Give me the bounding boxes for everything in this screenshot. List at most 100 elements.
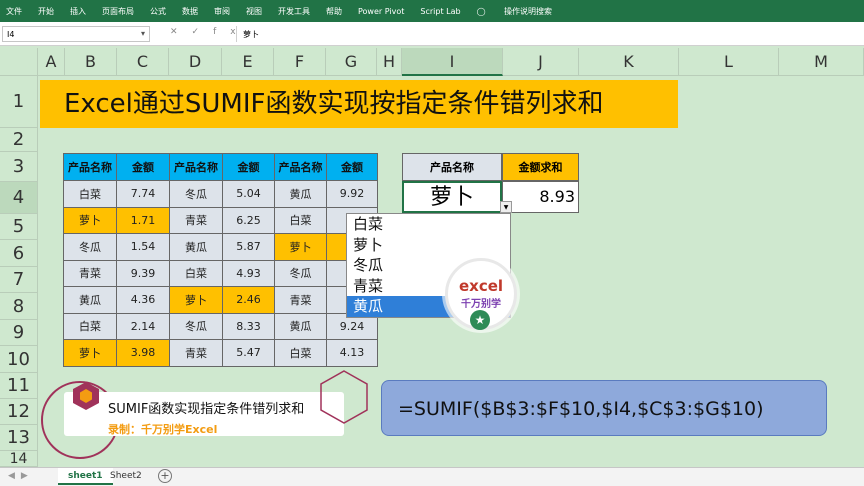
column-header-m[interactable]: M <box>779 48 864 76</box>
tell-me-search[interactable]: ◯ 操作说明搜索 <box>477 6 569 17</box>
table-cell[interactable]: 萝卜 <box>63 339 117 367</box>
table-cell[interactable]: 青菜 <box>169 206 223 234</box>
table-cell[interactable]: 青菜 <box>169 339 223 367</box>
table-cell[interactable]: 5.04 <box>222 180 275 208</box>
row-header-2[interactable]: 2 <box>0 128 38 152</box>
caption-main: SUMIF函数实现指定条件错列求和 <box>108 402 305 417</box>
table-cell[interactable]: 4.13 <box>326 339 378 367</box>
row-header-8[interactable]: 8 <box>0 293 38 320</box>
table-cell[interactable]: 1.71 <box>116 206 170 234</box>
table-cell[interactable]: 4.93 <box>222 259 275 287</box>
table-cell[interactable]: 萝卜 <box>63 206 117 234</box>
row-header-6[interactable]: 6 <box>0 240 38 267</box>
tell-me-label: 操作说明搜索 <box>504 6 553 16</box>
column-header-c[interactable]: C <box>117 48 169 76</box>
tab-view[interactable]: 视图 <box>246 6 262 17</box>
table-row: 冬瓜 1.54 黄瓜 5.87 萝卜 <box>63 233 378 261</box>
table-cell[interactable]: 6.25 <box>222 206 275 234</box>
table-cell[interactable]: 3.98 <box>116 339 170 367</box>
table-cell[interactable]: 2.14 <box>116 312 170 340</box>
tab-review[interactable]: 审阅 <box>214 6 230 17</box>
header-cell[interactable]: 产品名称 <box>169 153 223 181</box>
table-cell[interactable]: 4.36 <box>116 286 170 314</box>
table-cell[interactable]: 5.47 <box>222 339 275 367</box>
table-cell[interactable]: 白菜 <box>63 312 117 340</box>
table-cell[interactable]: 黄瓜 <box>63 286 117 314</box>
table-cell[interactable]: 5.87 <box>222 233 275 261</box>
column-header-j[interactable]: J <box>503 48 579 76</box>
caption-sub: 录制：千万别学Excel <box>108 423 218 436</box>
tab-file[interactable]: 文件 <box>6 6 22 17</box>
cancel-icon[interactable]: ✕ <box>170 27 192 37</box>
tab-page-layout[interactable]: 页面布局 <box>102 6 134 17</box>
add-sheet-icon[interactable]: + <box>158 469 172 483</box>
table-cell[interactable]: 青菜 <box>63 259 117 287</box>
column-header-i[interactable]: I <box>402 48 503 76</box>
table-cell[interactable]: 白菜 <box>63 180 117 208</box>
table-cell[interactable]: 冬瓜 <box>274 259 327 287</box>
table-cell[interactable]: 萝卜 <box>274 233 327 261</box>
table-cell[interactable]: 黄瓜 <box>169 233 223 261</box>
dropdown-arrow-icon[interactable]: ▼ <box>500 201 512 213</box>
sheet-nav-arrows-icon[interactable]: ◀▶ <box>8 471 34 481</box>
sheet-tab-sheet2[interactable]: Sheet2 <box>100 468 152 485</box>
dropdown-option[interactable]: 白菜 <box>347 214 510 235</box>
select-all-corner[interactable] <box>0 48 38 76</box>
table-cell[interactable]: 7.74 <box>116 180 170 208</box>
tab-formulas[interactable]: 公式 <box>150 6 166 17</box>
header-cell[interactable]: 金额 <box>222 153 275 181</box>
table-cell[interactable]: 白菜 <box>169 259 223 287</box>
column-header-a[interactable]: A <box>38 48 65 76</box>
table-cell[interactable]: 8.33 <box>222 312 275 340</box>
table-cell[interactable]: 9.39 <box>116 259 170 287</box>
table-cell[interactable]: 冬瓜 <box>169 312 223 340</box>
enter-icon[interactable]: ✓ <box>192 27 214 37</box>
table-cell[interactable]: 青菜 <box>274 286 327 314</box>
tab-script-lab[interactable]: Script Lab <box>420 7 460 16</box>
row-header-1[interactable]: 1 <box>0 76 38 128</box>
table-cell[interactable]: 白菜 <box>274 339 327 367</box>
table-cell[interactable]: 黄瓜 <box>274 312 327 340</box>
tab-insert[interactable]: 插入 <box>70 6 86 17</box>
table-cell[interactable]: 9.92 <box>326 180 378 208</box>
tab-developer[interactable]: 开发工具 <box>278 6 310 17</box>
column-header-h[interactable]: H <box>377 48 402 76</box>
column-header-e[interactable]: E <box>222 48 274 76</box>
column-header-g[interactable]: G <box>326 48 377 76</box>
table-cell[interactable]: 萝卜 <box>169 286 223 314</box>
table-cell[interactable]: 黄瓜 <box>274 180 327 208</box>
column-header-l[interactable]: L <box>679 48 779 76</box>
table-cell[interactable]: 冬瓜 <box>169 180 223 208</box>
row-header-3[interactable]: 3 <box>0 152 38 182</box>
column-header-f[interactable]: F <box>274 48 326 76</box>
row-header-4[interactable]: 4 <box>0 182 38 214</box>
column-header-d[interactable]: D <box>169 48 222 76</box>
dropdown-option[interactable]: 萝卜 <box>347 235 510 256</box>
row-header-10[interactable]: 10 <box>0 346 38 373</box>
header-cell[interactable]: 产品名称 <box>63 153 117 181</box>
row-header-9[interactable]: 9 <box>0 320 38 346</box>
header-cell[interactable]: 金额 <box>116 153 170 181</box>
formula-input[interactable]: 萝卜 <box>236 26 862 42</box>
table-cell[interactable]: 2.46 <box>222 286 275 314</box>
table-cell[interactable]: 冬瓜 <box>63 233 117 261</box>
lookup-name-cell[interactable]: 萝卜 <box>402 181 502 213</box>
tab-power-pivot[interactable]: Power Pivot <box>358 7 404 16</box>
source-table: 产品名称 金额 产品名称 金额 产品名称 金额 白菜 7.74 冬瓜 5.04 … <box>63 153 378 367</box>
tab-help[interactable]: 帮助 <box>326 6 342 17</box>
table-cell[interactable]: 白菜 <box>274 206 327 234</box>
column-header-b[interactable]: B <box>65 48 117 76</box>
lookup-sum-cell[interactable]: 8.93 <box>502 181 579 213</box>
column-header-k[interactable]: K <box>579 48 679 76</box>
row-header-7[interactable]: 7 <box>0 267 38 293</box>
formula-bar: I4 ▾ ✕✓fx 萝卜 <box>0 22 864 46</box>
name-box[interactable]: I4 ▾ <box>2 26 150 42</box>
chevron-down-icon[interactable]: ▾ <box>141 29 145 38</box>
row-header-5[interactable]: 5 <box>0 214 38 240</box>
header-cell[interactable]: 产品名称 <box>274 153 327 181</box>
table-cell[interactable]: 1.54 <box>116 233 170 261</box>
tab-data[interactable]: 数据 <box>182 6 198 17</box>
table-header-row: 产品名称 金额 产品名称 金额 产品名称 金额 <box>63 153 378 181</box>
header-cell[interactable]: 金额 <box>326 153 378 181</box>
tab-home[interactable]: 开始 <box>38 6 54 17</box>
